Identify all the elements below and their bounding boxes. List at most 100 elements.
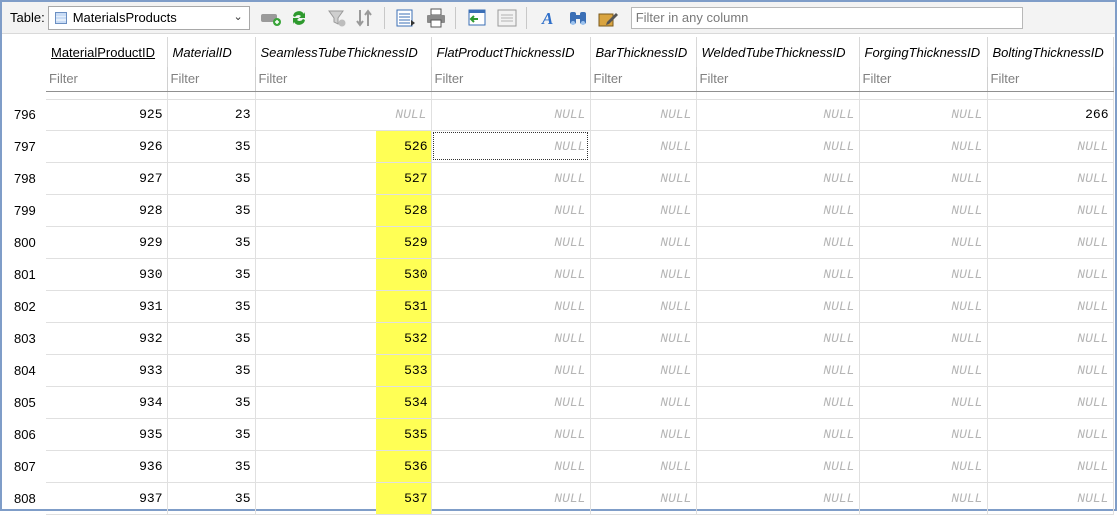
font-button[interactable]: A [535,5,561,31]
table-cell[interactable]: NULL [431,450,591,483]
column-filter-input[interactable] [431,67,589,90]
table-cell[interactable]: NULL [987,450,1114,483]
table-cell[interactable]: 23 [167,99,256,131]
column-filter-input[interactable] [987,67,1112,90]
table-cell[interactable]: 536 [255,450,432,483]
table-cell[interactable]: NULL [431,226,591,259]
table-cell[interactable]: 925 [46,99,168,131]
table-cell[interactable]: NULL [696,386,860,419]
table-cell[interactable]: 930 [46,258,168,291]
table-cell[interactable]: NULL [431,482,591,515]
table-cell[interactable]: NULL [859,386,988,419]
sort-button[interactable] [352,5,378,31]
edit-button[interactable] [595,5,621,31]
column-header[interactable]: MaterialProductID [46,37,168,67]
table-cell[interactable]: NULL [431,258,591,291]
table-cell[interactable]: NULL [987,322,1114,355]
table-cell[interactable]: 934 [46,386,168,419]
table-cell[interactable]: NULL [590,322,697,355]
export-button[interactable] [393,5,419,31]
table-cell[interactable]: NULL [859,162,988,195]
column-header[interactable]: ForgingThicknessID [859,37,988,67]
table-row[interactable]: 806 935 35 535 NULL NULL NULL NULL NULL [2,418,1114,451]
table-cell[interactable]: NULL [696,290,860,323]
table-cell[interactable]: NULL [590,386,697,419]
table-cell[interactable]: NULL [431,162,591,195]
table-row[interactable]: 805 934 35 534 NULL NULL NULL NULL NULL [2,386,1114,419]
table-cell[interactable]: NULL [590,162,697,195]
table-row[interactable]: 804 933 35 533 NULL NULL NULL NULL NULL [2,354,1114,387]
table-cell[interactable]: 931 [46,290,168,323]
find-button[interactable] [565,5,591,31]
table-row[interactable]: 801 930 35 530 NULL NULL NULL NULL NULL [2,258,1114,291]
table-cell[interactable]: 535 [255,418,432,451]
table-cell[interactable]: 35 [167,482,256,515]
table-cell[interactable]: NULL [859,450,988,483]
table-cell[interactable]: NULL [696,162,860,195]
table-cell[interactable]: 932 [46,322,168,355]
column-header[interactable]: BoltingThicknessID [987,37,1114,67]
table-cell[interactable]: 35 [167,290,256,323]
table-cell[interactable]: 530 [255,258,432,291]
table-cell[interactable]: 532 [255,322,432,355]
table-cell[interactable]: NULL [987,226,1114,259]
table-row[interactable]: 798 927 35 527 NULL NULL NULL NULL NULL [2,162,1114,195]
table-cell[interactable]: NULL [859,290,988,323]
table-cell[interactable]: 35 [167,386,256,419]
form-view-button[interactable] [494,5,520,31]
table-cell[interactable]: 528 [255,194,432,227]
column-filter-input[interactable] [859,67,986,90]
table-cell[interactable]: NULL [590,354,697,387]
refresh-button[interactable] [286,5,312,31]
table-cell[interactable]: NULL [431,322,591,355]
table-cell[interactable]: 527 [255,162,432,195]
table-cell[interactable]: 936 [46,450,168,483]
table-cell[interactable]: NULL [696,322,860,355]
table-cell[interactable]: NULL [859,322,988,355]
table-cell[interactable]: NULL [431,386,591,419]
table-cell[interactable]: 933 [46,354,168,387]
table-cell[interactable]: 35 [167,130,256,163]
table-cell[interactable]: NULL [590,450,697,483]
table-cell[interactable]: 35 [167,354,256,387]
filter-any-column-input[interactable] [630,6,1023,29]
table-cell[interactable]: NULL [431,99,591,131]
table-cell[interactable]: 35 [167,226,256,259]
table-cell[interactable]: 35 [167,418,256,451]
column-filter-input[interactable] [255,67,430,90]
table-cell[interactable]: 35 [167,258,256,291]
table-cell[interactable]: NULL [696,99,860,131]
table-cell[interactable]: NULL [696,354,860,387]
table-cell[interactable]: NULL [590,194,697,227]
column-filter-input[interactable] [46,67,166,90]
table-cell[interactable]: NULL [987,162,1114,195]
table-cell[interactable]: NULL [431,194,591,227]
table-cell[interactable]: NULL [696,194,860,227]
table-cell[interactable]: NULL [987,290,1114,323]
table-cell[interactable]: NULL [431,290,591,323]
table-cell[interactable]: NULL [987,258,1114,291]
table-cell[interactable]: NULL [590,226,697,259]
table-cell[interactable]: NULL [987,354,1114,387]
table-cell[interactable]: 929 [46,226,168,259]
table-select[interactable]: MaterialsProducts ⌄ [47,5,250,30]
table-cell[interactable]: NULL [987,386,1114,419]
table-cell[interactable]: NULL [859,482,988,515]
column-filter-input[interactable] [167,67,254,90]
table-row[interactable]: 803 932 35 532 NULL NULL NULL NULL NULL [2,322,1114,355]
table-cell[interactable]: 35 [167,194,256,227]
table-cell[interactable]: NULL [696,258,860,291]
table-cell[interactable]: 266 [987,99,1114,131]
table-cell[interactable]: 35 [167,450,256,483]
table-cell[interactable]: NULL [696,130,860,163]
column-filter-input[interactable] [696,67,858,90]
table-row[interactable]: 807 936 35 536 NULL NULL NULL NULL NULL [2,450,1114,483]
table-cell[interactable]: 928 [46,194,168,227]
table-cell[interactable]: 35 [167,322,256,355]
import-button[interactable] [464,5,490,31]
table-cell[interactable]: NULL [590,130,697,163]
table-cell[interactable]: NULL [590,258,697,291]
table-cell[interactable]: NULL [431,354,591,387]
table-cell[interactable]: 537 [255,482,432,515]
clear-filter-button[interactable] [324,5,350,31]
